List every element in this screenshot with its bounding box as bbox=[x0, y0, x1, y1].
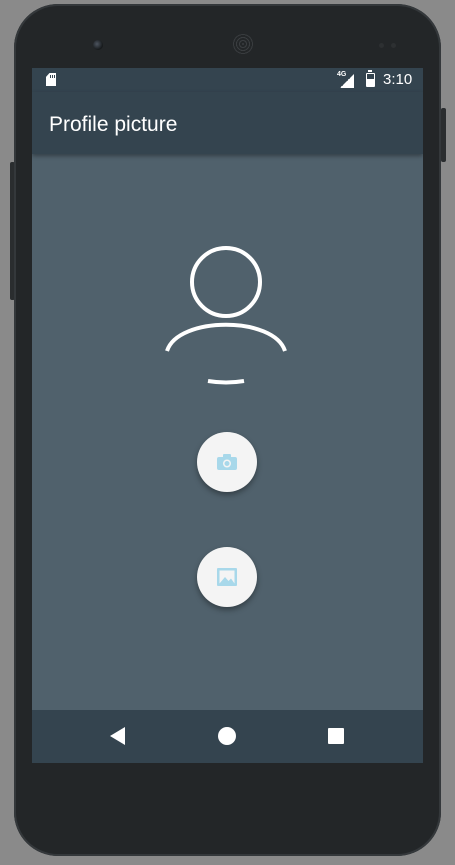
image-icon bbox=[217, 568, 237, 586]
screen: 4G 3:10 Profile picture bbox=[32, 68, 423, 763]
back-icon[interactable] bbox=[110, 727, 125, 745]
recents-icon[interactable] bbox=[328, 728, 344, 744]
navigation-bar bbox=[32, 710, 423, 763]
battery-icon bbox=[366, 70, 375, 87]
camera-icon bbox=[217, 454, 237, 470]
status-time: 3:10 bbox=[383, 71, 413, 88]
person-outline-icon bbox=[165, 246, 287, 385]
status-bar: 4G 3:10 bbox=[32, 68, 423, 92]
choose-from-gallery-button[interactable] bbox=[197, 547, 257, 607]
home-icon[interactable] bbox=[218, 727, 236, 745]
cell-signal-icon bbox=[340, 74, 354, 88]
sensor-dot bbox=[379, 43, 384, 48]
page-title: Profile picture bbox=[49, 113, 178, 136]
sd-card-icon bbox=[46, 73, 56, 86]
sensor-dot bbox=[391, 43, 396, 48]
front-camera-icon bbox=[93, 40, 103, 50]
take-photo-button[interactable] bbox=[197, 432, 257, 492]
speaker-grille-icon bbox=[233, 34, 253, 54]
app-bar: Profile picture bbox=[32, 92, 423, 154]
volume-button bbox=[441, 108, 446, 162]
